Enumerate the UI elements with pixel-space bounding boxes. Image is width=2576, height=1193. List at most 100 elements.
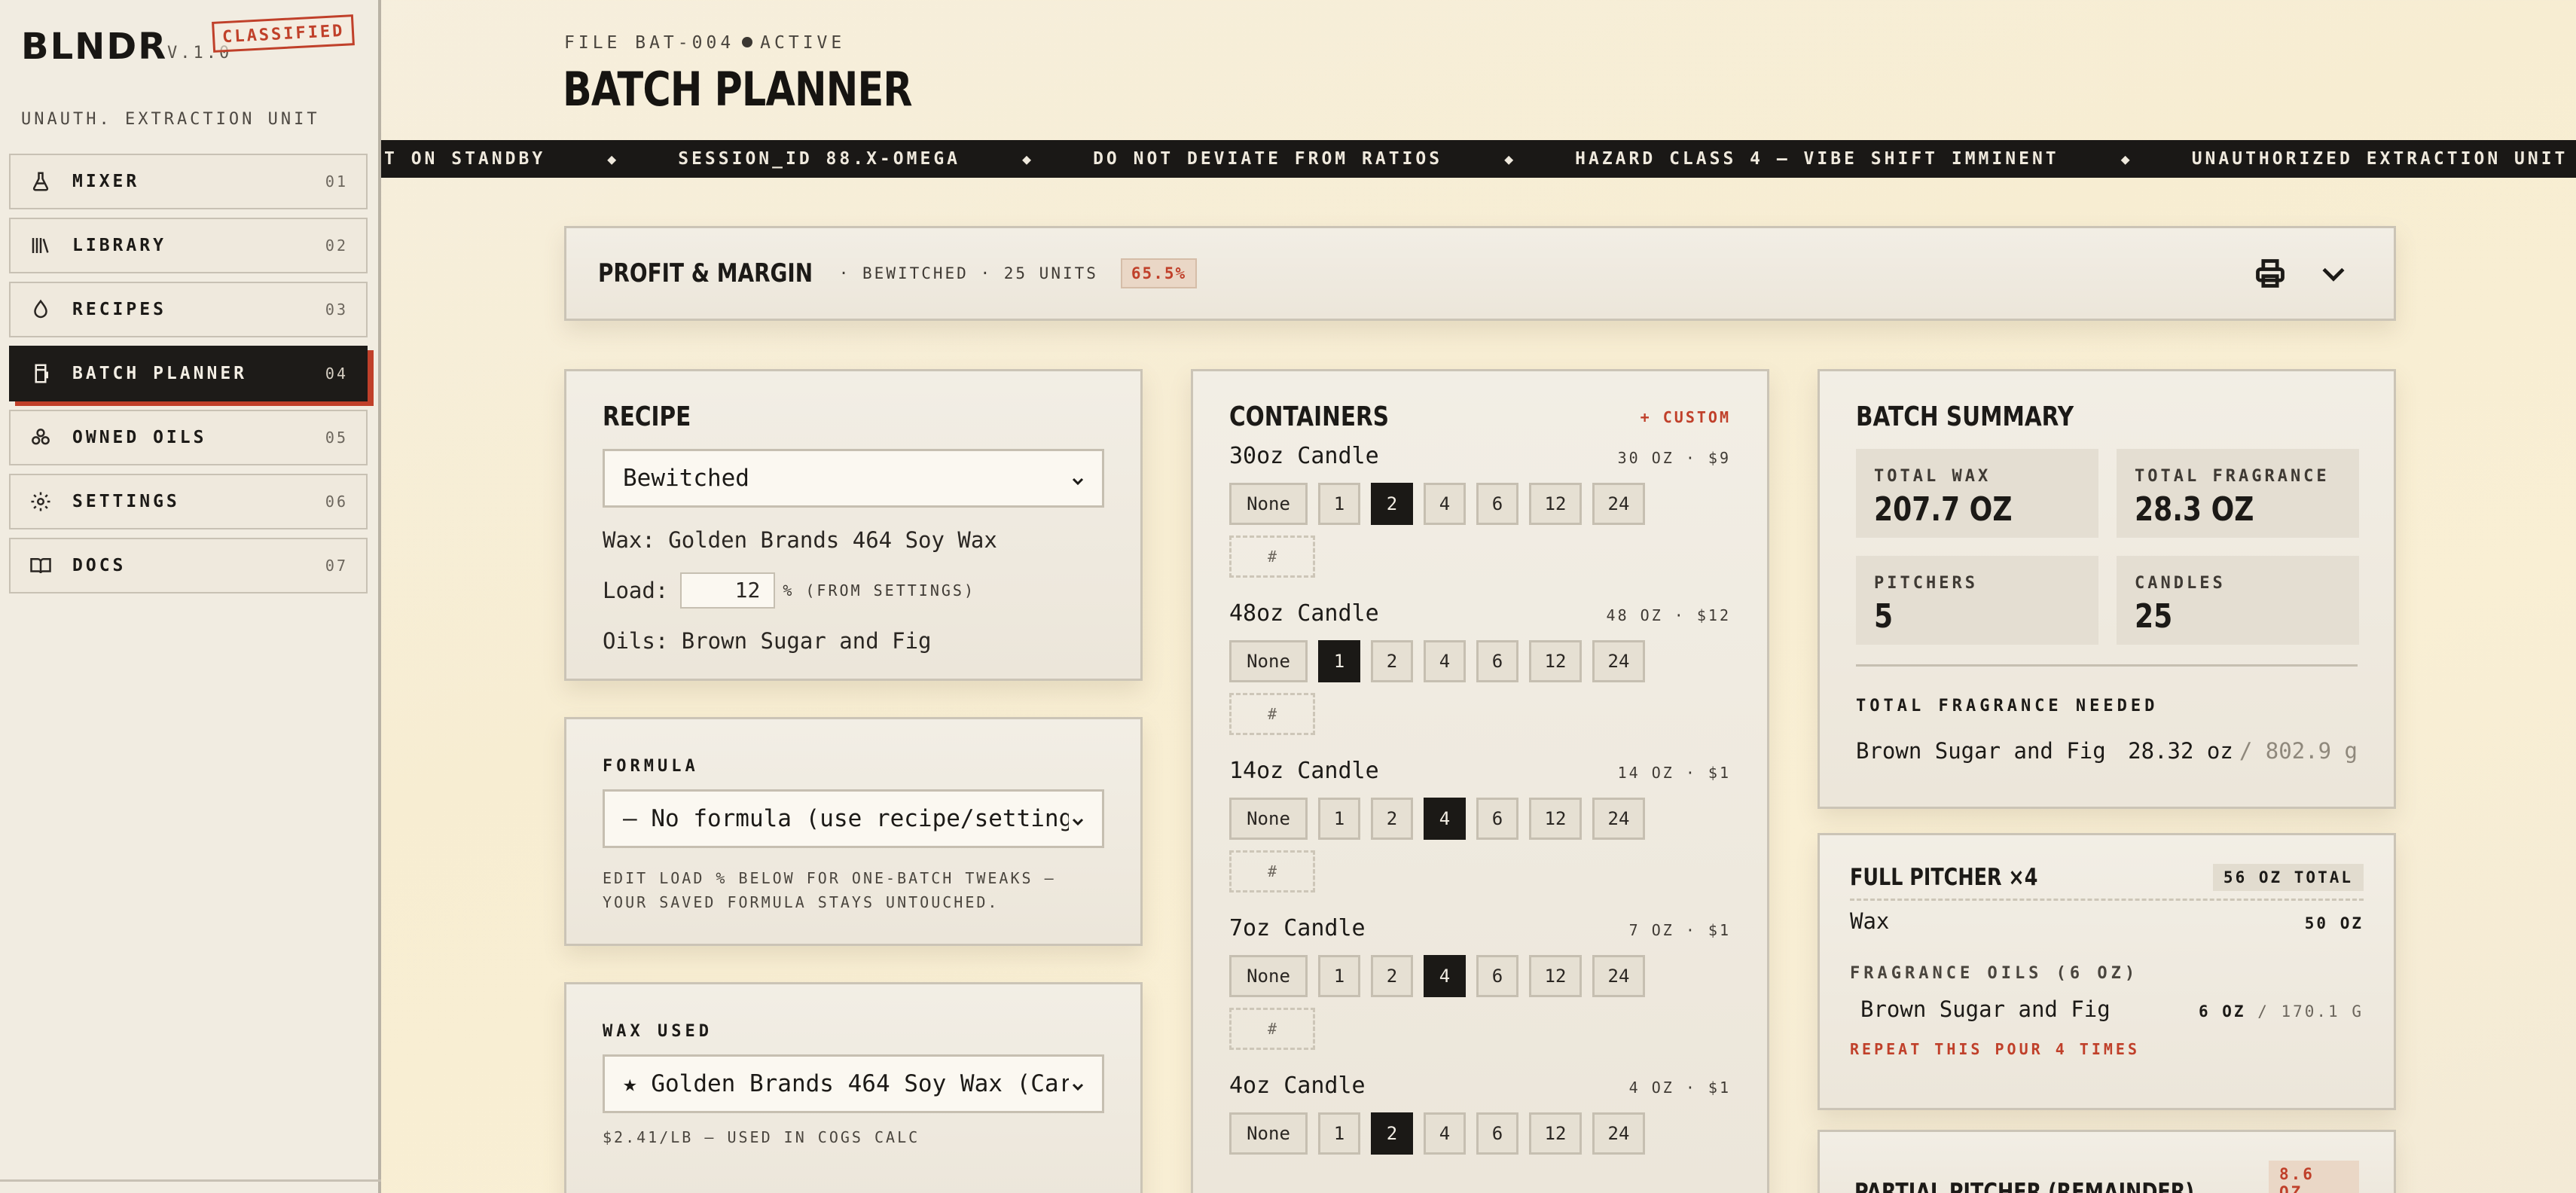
quantity-option-12[interactable]: 12 <box>1529 798 1582 840</box>
quantity-option-4[interactable]: 4 <box>1424 483 1466 525</box>
recipe-select[interactable]: Bewitched <box>603 449 1104 508</box>
fragrance-oil-name: Brown Sugar and Fig <box>1856 738 2106 764</box>
flask-icon <box>27 168 54 195</box>
pitcher-oil-row: Brown Sugar and Fig 6 OZ / 170.1 G <box>1850 996 2364 1022</box>
print-icon[interactable] <box>2254 257 2287 293</box>
pitcher-oil-name: Brown Sugar and Fig <box>1860 996 2111 1022</box>
sidebar-nav: MIXER 01 LIBRARY 02 RECIPES 03 BATCH PLA… <box>9 154 368 602</box>
page-title: BATCH PLANNER <box>563 62 913 117</box>
stat-value: 25 <box>2135 597 2173 636</box>
sidebar-item-number: 07 <box>325 557 348 575</box>
sidebar-item-number: 06 <box>325 493 348 511</box>
stat-candles: CANDLES 25 <box>2117 556 2359 645</box>
stat-label: TOTAL WAX <box>1874 467 1992 486</box>
quantity-option-1[interactable]: 1 <box>1318 483 1360 525</box>
partial-pitcher-total-badge: 8.6 OZ TOTAL <box>2268 1161 2359 1193</box>
custom-quantity-input[interactable]: # <box>1229 1008 1315 1050</box>
quantity-option-2[interactable]: 2 <box>1371 640 1413 682</box>
quantity-option-1[interactable]: 1 <box>1318 640 1360 682</box>
container-row: 14oz Candle 14 OZ · $1 None 1 2 4 6 12 24 # <box>1229 758 1731 892</box>
quantity-option-2[interactable]: 2 <box>1371 1112 1413 1155</box>
sidebar-footer-divider <box>0 1179 381 1193</box>
file-id: FILE BAT-004 <box>564 33 735 53</box>
quantity-option-1[interactable]: 1 <box>1318 955 1360 997</box>
sidebar-item-label: BATCH PLANNER <box>72 364 248 383</box>
stat-label: CANDLES <box>2135 574 2226 593</box>
custom-quantity-input[interactable]: # <box>1229 850 1315 892</box>
quantity-option-2[interactable]: 2 <box>1371 798 1413 840</box>
quantity-option-6[interactable]: 6 <box>1476 640 1518 682</box>
sidebar-item-docs[interactable]: DOCS 07 <box>9 538 368 593</box>
quantity-option-4[interactable]: 4 <box>1424 955 1466 997</box>
stat-label: TOTAL FRAGRANCE <box>2135 467 2330 486</box>
quantity-option-1[interactable]: 1 <box>1318 1112 1360 1155</box>
stat-total-fragrance: TOTAL FRAGRANCE 28.3 OZ <box>2117 449 2359 538</box>
quantity-option-4[interactable]: 4 <box>1424 640 1466 682</box>
diamond-icon: ◆ <box>607 150 617 168</box>
container-name: 30oz Candle <box>1229 443 1379 469</box>
wax-select[interactable]: ★ Golden Brands 464 Soy Wax (Cargill) <box>603 1054 1104 1113</box>
diamond-icon: ◆ <box>1504 150 1514 168</box>
sidebar-item-number: 05 <box>325 429 348 447</box>
quantity-option-2[interactable]: 2 <box>1371 483 1413 525</box>
container-meta: 30 OZ · $9 <box>1617 449 1731 467</box>
sidebar-item-settings[interactable]: SETTINGS 06 <box>9 474 368 529</box>
book-icon <box>27 552 54 579</box>
recipe-wax: Wax: Golden Brands 464 Soy Wax <box>603 527 997 553</box>
formula-note: EDIT LOAD % BELOW FOR ONE-BATCH TWEAKS —… <box>603 869 1056 911</box>
sidebar-item-recipes[interactable]: RECIPES 03 <box>9 282 368 337</box>
quantity-selector: None 1 2 4 6 12 24 <box>1229 1112 1731 1155</box>
quantity-option-none[interactable]: None <box>1229 955 1308 997</box>
summary-title: BATCH SUMMARY <box>1856 401 2074 432</box>
sidebar-item-number: 04 <box>325 365 348 383</box>
sidebar-item-owned-oils[interactable]: OWNED OILS 05 <box>9 410 368 465</box>
quantity-option-6[interactable]: 6 <box>1476 1112 1518 1155</box>
sidebar-item-number: 01 <box>325 172 348 191</box>
file-status: ACTIVE <box>760 33 846 53</box>
container-list: 30oz Candle 30 OZ · $9 None 1 2 4 6 12 24 #48oz C… <box>1229 443 1731 1155</box>
quantity-option-24[interactable]: 24 <box>1592 483 1645 525</box>
formula-select[interactable]: — No formula (use recipe/settings) <box>603 789 1104 848</box>
fragrance-needed-label: TOTAL FRAGRANCE NEEDED <box>1856 697 2159 715</box>
quantity-option-none[interactable]: None <box>1229 798 1308 840</box>
quantity-selector: None 1 2 4 6 12 24 <box>1229 955 1731 997</box>
quantity-option-2[interactable]: 2 <box>1371 955 1413 997</box>
recipe-panel: RECIPE Bewitched Wax: Golden Brands 464 … <box>564 369 1143 681</box>
sidebar-item-label: DOCS <box>72 556 127 575</box>
quantity-option-24[interactable]: 24 <box>1592 798 1645 840</box>
quantity-option-6[interactable]: 6 <box>1476 955 1518 997</box>
drop-icon <box>27 296 54 323</box>
quantity-option-6[interactable]: 6 <box>1476 483 1518 525</box>
quantity-selector: None 1 2 4 6 12 24 <box>1229 798 1731 840</box>
container-name: 48oz Candle <box>1229 600 1379 627</box>
sidebar-item-batch-planner[interactable]: BATCH PLANNER 04 <box>9 346 368 401</box>
full-pitcher-header: FULL PITCHER ×4 56 OZ TOTAL <box>1850 864 2364 901</box>
quantity-option-12[interactable]: 12 <box>1529 483 1582 525</box>
container-meta: 14 OZ · $1 <box>1617 764 1731 782</box>
custom-quantity-input[interactable]: # <box>1229 535 1315 578</box>
quantity-option-6[interactable]: 6 <box>1476 798 1518 840</box>
brand-logo[interactable]: BLNDR <box>21 26 167 68</box>
load-input[interactable]: 12 <box>680 572 776 609</box>
pitcher-oils-label: FRAGRANCE OILS (6 OZ) <box>1850 964 2139 983</box>
quantity-option-12[interactable]: 12 <box>1529 1112 1582 1155</box>
quantity-option-12[interactable]: 12 <box>1529 640 1582 682</box>
chevron-down-icon <box>1069 469 1087 487</box>
profit-margin-panel[interactable]: PROFIT & MARGIN · BEWITCHED · 25 UNITS 6… <box>564 226 2396 321</box>
custom-quantity-input[interactable]: # <box>1229 693 1315 735</box>
quantity-option-24[interactable]: 24 <box>1592 640 1645 682</box>
quantity-option-4[interactable]: 4 <box>1424 798 1466 840</box>
add-custom-container-button[interactable]: + CUSTOM <box>1641 408 1731 426</box>
quantity-option-24[interactable]: 24 <box>1592 1112 1645 1155</box>
quantity-option-none[interactable]: None <box>1229 640 1308 682</box>
quantity-option-24[interactable]: 24 <box>1592 955 1645 997</box>
quantity-option-none[interactable]: None <box>1229 1112 1308 1155</box>
quantity-option-12[interactable]: 12 <box>1529 955 1582 997</box>
sidebar-item-library[interactable]: LIBRARY 02 <box>9 218 368 273</box>
sidebar-item-mixer[interactable]: MIXER 01 <box>9 154 368 209</box>
quantity-option-1[interactable]: 1 <box>1318 798 1360 840</box>
gear-icon <box>27 488 54 515</box>
quantity-option-none[interactable]: None <box>1229 483 1308 525</box>
chevron-down-icon[interactable] <box>2317 257 2350 293</box>
quantity-option-4[interactable]: 4 <box>1424 1112 1466 1155</box>
